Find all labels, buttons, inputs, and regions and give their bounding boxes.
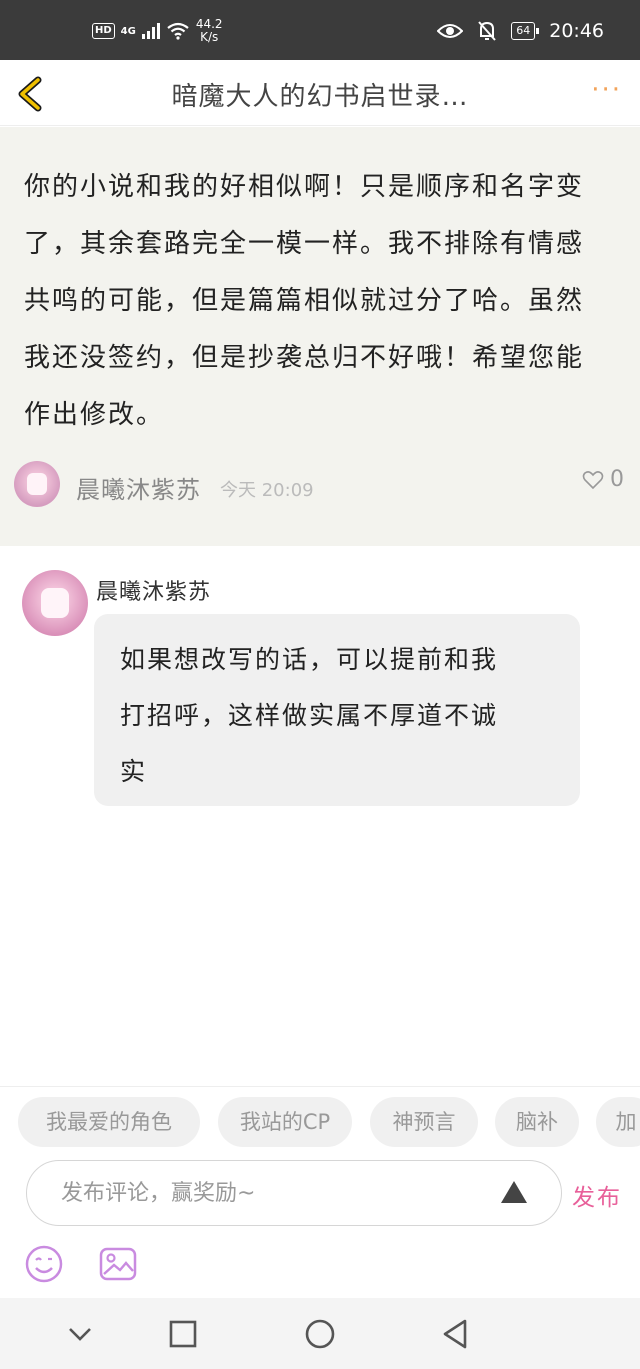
more-menu-icon[interactable]: ··· xyxy=(591,77,622,103)
reply-author-name[interactable]: 晨曦沐紫苏 xyxy=(96,574,211,606)
tag-chip[interactable]: 加 xyxy=(596,1097,640,1147)
tag-chip[interactable]: 神预言 xyxy=(370,1097,478,1147)
clock: 20:46 xyxy=(549,20,604,42)
post-line: 我还没签约，但是抄袭总归不好哦！希望您能 xyxy=(24,343,585,373)
post-line: 作出修改。 xyxy=(24,400,165,430)
reply-line: 如果想改写的话，可以提前和我 xyxy=(120,645,499,674)
battery-icon: 64 xyxy=(511,22,540,40)
post-line: 你的小说和我的好相似啊！只是顺序和名字变 xyxy=(24,172,585,202)
back-arrow-icon[interactable] xyxy=(12,74,52,114)
back-triangle-icon[interactable] xyxy=(438,1316,474,1352)
image-icon[interactable] xyxy=(98,1244,138,1284)
post-timestamp: 今天 20:09 xyxy=(220,480,314,501)
recents-square-icon[interactable] xyxy=(165,1316,201,1352)
status-right: 64 20:46 xyxy=(437,20,604,42)
signal-icon xyxy=(141,23,160,39)
like-count: 0 xyxy=(610,467,624,492)
hd-badge: HD xyxy=(92,23,115,39)
triangle-up-icon[interactable] xyxy=(499,1179,529,1205)
quick-tags: 我最爱的角色 我站的CP 神预言 脑补 加 xyxy=(0,1086,640,1156)
home-circle-icon[interactable] xyxy=(302,1316,338,1352)
tag-chip[interactable]: 我最爱的角色 xyxy=(18,1097,200,1147)
system-nav-bar xyxy=(0,1298,640,1369)
net-speed: 44.2 K/s xyxy=(196,18,223,44)
tag-chip[interactable]: 脑补 xyxy=(495,1097,579,1147)
like-button[interactable]: 0 xyxy=(582,467,624,492)
post-card: 你的小说和我的好相似啊！只是顺序和名字变 了，其余套路完全一模一样。我不排除有情… xyxy=(0,127,640,546)
emoji-icon[interactable] xyxy=(24,1244,64,1284)
comment-box xyxy=(26,1160,562,1226)
avatar[interactable] xyxy=(14,461,60,507)
tag-chip[interactable]: 我站的CP xyxy=(218,1097,352,1147)
post-author-row: 晨曦沐紫苏 今天 20:09 0 xyxy=(14,459,626,511)
bell-muted-icon xyxy=(478,21,496,41)
eye-icon xyxy=(437,24,464,38)
publish-button[interactable]: 发布 xyxy=(572,1178,622,1212)
reply-bubble: 如果想改写的话，可以提前和我 打招呼，这样做实属不厚道不诚 实 xyxy=(94,614,580,806)
wifi-icon xyxy=(167,22,189,40)
post-line: 共鸣的可能，但是篇篇相似就过分了哈。虽然 xyxy=(24,286,585,316)
post-content: 你的小说和我的好相似啊！只是顺序和名字变 了，其余套路完全一模一样。我不排除有情… xyxy=(24,159,620,444)
status-left: HD 4G 44.2 K/s xyxy=(92,18,223,44)
post-line: 了，其余套路完全一模一样。我不排除有情感 xyxy=(24,229,585,259)
speed-value: 44.2 xyxy=(195,17,223,31)
reply-line: 实 xyxy=(120,757,148,786)
status-bar: HD 4G 44.2 K/s 64 20:46 xyxy=(0,0,640,60)
network-type: 4G xyxy=(120,25,136,37)
comment-input[interactable] xyxy=(61,1174,491,1212)
comment-tools xyxy=(24,1244,164,1286)
top-nav: 暗魔大人的幻书启世录… ··· xyxy=(0,60,640,126)
speed-unit: K/s xyxy=(200,30,219,44)
page-title: 暗魔大人的幻书启世录… xyxy=(171,82,469,112)
post-author-name[interactable]: 晨曦沐紫苏 xyxy=(76,470,201,505)
avatar[interactable] xyxy=(22,570,88,636)
heart-icon xyxy=(582,470,604,489)
reply-line: 打招呼，这样做实属不厚道不诚 xyxy=(120,701,499,730)
chevron-down-icon[interactable] xyxy=(62,1316,98,1352)
